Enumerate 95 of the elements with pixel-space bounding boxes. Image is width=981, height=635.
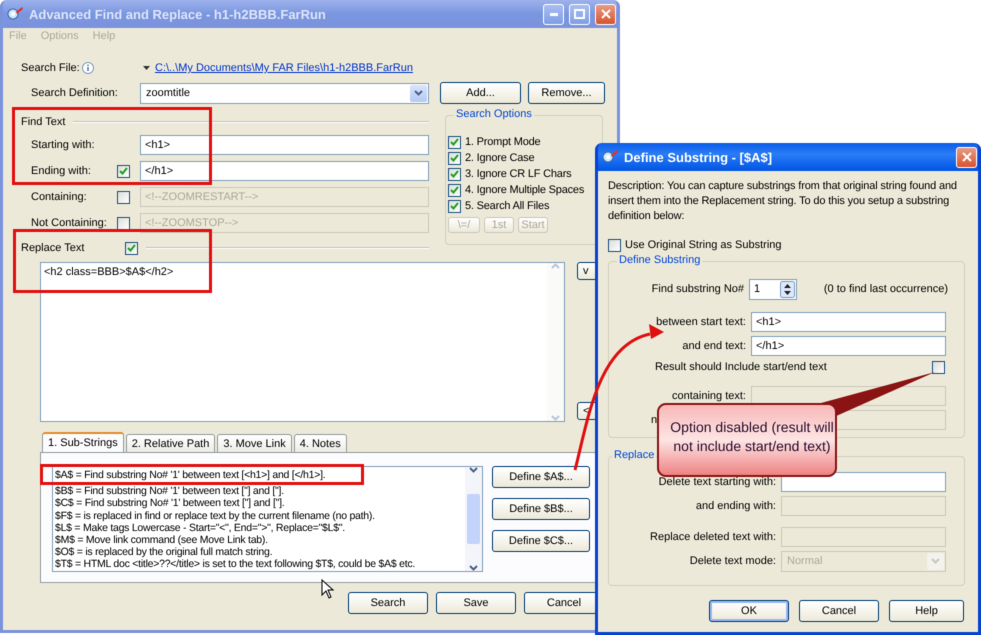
minimize-button[interactable] (543, 4, 564, 24)
field-label: Delete text starting with: (658, 476, 776, 488)
field-label: n (651, 414, 658, 426)
dialog-button[interactable]: Help (889, 600, 964, 622)
description-text: Description: You can capture substrings from that original string found and insert them into the Replacement string. To do this you setup a substring definition below: (607, 179, 958, 224)
spinner-value: 1 (754, 283, 760, 295)
dropdown-arrow-icon[interactable] (143, 66, 150, 70)
field-label: Replace deleted text with: (650, 531, 776, 543)
field-label: Containing: (30, 191, 88, 203)
list-item[interactable]: $B$ = Find substring No# '1' between text [''] and ['']. (55, 485, 284, 498)
dialog-title: Define Substring - [$A$] (624, 150, 774, 164)
dialog-button[interactable]: Cancel (799, 600, 879, 622)
callout-text: Option disabled (result will not include start/end text) (669, 418, 835, 456)
close-icon (600, 9, 610, 19)
checkbox[interactable] (117, 164, 130, 178)
group-title: Replace (612, 449, 656, 461)
tab[interactable]: 4. Notes (294, 434, 347, 452)
list-item[interactable]: $L$ = Make tags Lowercase - Start="<", End=">", Replace="$L$". (55, 522, 345, 534)
checkbox[interactable] (448, 168, 461, 180)
field-label: and end text: (682, 340, 746, 352)
field-label: Starting with: (30, 139, 96, 151)
text-field[interactable]: <h1> (751, 312, 946, 332)
field-label: Not Containing: (30, 217, 108, 229)
maximize-icon (574, 9, 585, 19)
maximize-button[interactable] (569, 4, 590, 24)
section-heading: Find Text (21, 116, 66, 128)
spinner-arrows-icon[interactable] (780, 280, 795, 298)
close-icon (962, 152, 972, 162)
dialog-button[interactable]: OK (709, 600, 789, 622)
app-icon (601, 149, 619, 165)
list-item[interactable]: $M$ = Move link command (see Move Link tab). (55, 534, 268, 546)
field-label: Ending with: (30, 165, 92, 177)
option-label: 2. Ignore Case (465, 152, 534, 164)
list-item[interactable]: $O$ = is replaced by the original full match string. (55, 546, 272, 558)
minimize-icon (550, 12, 558, 16)
define-button[interactable]: Define $A$... (492, 466, 590, 488)
caret-icon (551, 415, 560, 421)
caret-icon (551, 263, 560, 269)
info-icon (82, 62, 94, 74)
scrollbar[interactable] (547, 263, 564, 421)
section-heading: Replace Text (21, 242, 86, 254)
app-icon (6, 6, 24, 22)
checkbox[interactable] (448, 152, 461, 164)
caret-icon (469, 467, 478, 473)
checkbox-label: Result should Include start/end text (655, 361, 828, 373)
option-label: 5. Search All Files (465, 200, 550, 212)
list-item[interactable]: $T$ = HTML doc <title>??</title> is set to the text following $T$, could be $A$ etc. (55, 558, 416, 571)
tab[interactable]: 1. Sub-Strings (42, 432, 124, 452)
checkbox[interactable] (608, 238, 621, 252)
option-label: 1. Prompt Mode (465, 136, 540, 148)
checkbox[interactable] (448, 136, 461, 148)
close-button[interactable] (595, 4, 616, 24)
field-label: Search File: (21, 62, 81, 74)
field-label: Search Definition: (30, 87, 119, 99)
checkbox[interactable] (448, 184, 461, 196)
list-item[interactable]: $A$ = Find substring No# '1' between text [<h1>] and [</h1>]. (55, 469, 326, 482)
caret-icon (414, 90, 423, 96)
definition-dropdown[interactable]: zoomtitle (140, 82, 429, 104)
tab[interactable]: 2. Relative Path (126, 434, 216, 452)
dialog-button[interactable]: Search (348, 592, 428, 614)
remove-button[interactable]: Remove... (528, 82, 605, 104)
checkbox-label: Use Original String as Substring (625, 239, 782, 251)
dialog-button[interactable]: Save (436, 592, 516, 614)
field-label: and ending with: (696, 500, 776, 512)
replace-text-area[interactable]: <h2 class=BBB>$A$</h2> (40, 262, 565, 422)
checkbox[interactable] (125, 242, 138, 254)
list-item[interactable]: $F$ = is replaced in find or replace text by the current filename (no path). (55, 510, 375, 522)
text-field[interactable]: <h1> (140, 135, 429, 155)
checkbox[interactable] (448, 200, 461, 212)
group-title: Define Substring (617, 254, 702, 266)
scrollbar[interactable] (465, 467, 482, 571)
file-path-link[interactable]: C:\..\My Documents\My FAR Files\h1-h2BBB.FarRun (155, 62, 413, 74)
field-label: Delete text mode: (690, 555, 776, 567)
define-button[interactable]: Define $B$... (492, 498, 590, 520)
replace-text: <h2 class=BBB>$A$</h2> (43, 265, 174, 280)
list-item[interactable]: $C$ = Find substring No# '1' between text [''] and ['']. (55, 497, 284, 510)
window-title: Advanced Find and Replace - h1-h2BBB.FarRun (29, 6, 327, 22)
group-title: Search Options (454, 108, 534, 120)
caret-icon (469, 565, 478, 571)
field-label: containing text: (672, 390, 746, 402)
close-button[interactable] (956, 146, 977, 168)
caret-icon (931, 558, 940, 564)
hint-text: (0 to find last occurrence) (824, 283, 948, 295)
text-field[interactable]: </h1> (751, 336, 946, 356)
add-button[interactable]: Add... (440, 82, 521, 104)
text-field[interactable]: </h1> (140, 161, 429, 181)
text-field[interactable] (781, 472, 946, 492)
field-label: between start text: (656, 316, 746, 328)
spinner-field[interactable]: 1 (749, 278, 797, 300)
define-button[interactable]: Define $C$... (492, 530, 590, 552)
checkbox[interactable] (932, 360, 945, 374)
option-label: 4. Ignore Multiple Spaces (465, 184, 584, 196)
field-label: Find substring No# (652, 283, 744, 295)
tab[interactable]: 3. Move Link (217, 434, 292, 452)
option-label: 3. Ignore CR LF Chars (465, 168, 572, 180)
